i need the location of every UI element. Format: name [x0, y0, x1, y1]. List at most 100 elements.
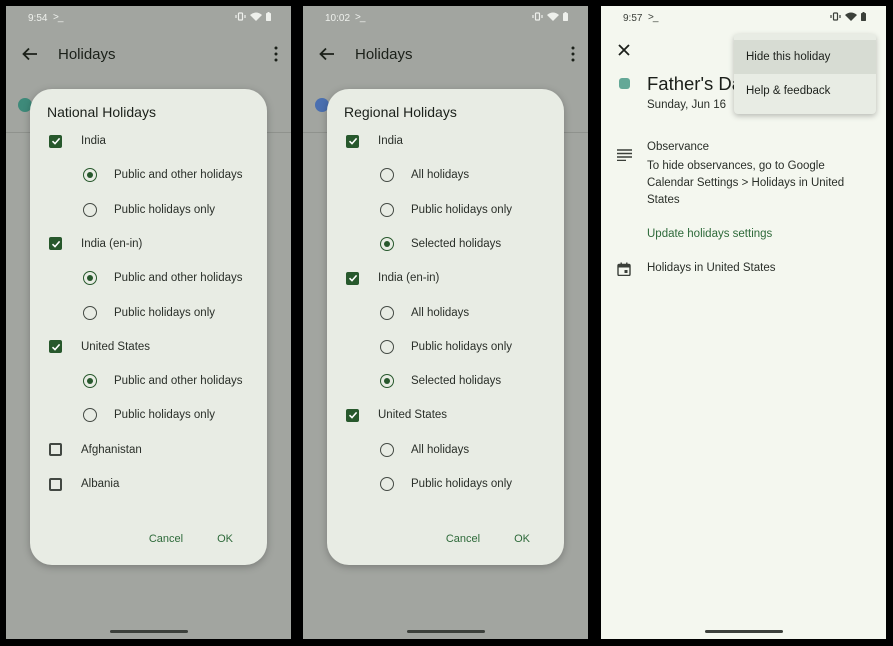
observance-title: Observance: [647, 141, 710, 153]
status-time: 9:54: [28, 13, 48, 24]
radio-selected-icon[interactable]: [380, 374, 394, 389]
dialog-title: Regional Holidays: [344, 104, 457, 120]
screen-regional-holidays: 10:02 >_ Holidays Regional Holidays Indi…: [303, 6, 588, 639]
update-holidays-settings-link[interactable]: Update holidays settings: [647, 228, 772, 240]
holiday-type-radio-row[interactable]: Public holidays only: [380, 474, 512, 494]
observance-description: To hide observances, go to Google Calend…: [647, 160, 845, 206]
ok-button[interactable]: OK: [514, 533, 530, 545]
holiday-type-radio-row[interactable]: Public holidays only: [83, 405, 215, 425]
holiday-type-radio-row[interactable]: Public and other holidays: [83, 268, 243, 288]
option-label: Public and other holidays: [114, 272, 243, 285]
option-label: India: [81, 135, 106, 147]
radio-unselected-icon[interactable]: [83, 408, 97, 423]
checkbox-checked-icon[interactable]: [346, 271, 359, 285]
gesture-nav-bar[interactable]: [109, 630, 188, 633]
wifi-icon: [547, 12, 559, 21]
page-title: Holidays: [58, 46, 116, 63]
option-label: United States: [81, 340, 151, 353]
holiday-type-radio-row[interactable]: Selected holidays: [380, 234, 501, 254]
holiday-type-radio-row[interactable]: Public and other holidays: [83, 165, 243, 185]
holiday-type-radio-row[interactable]: All holidays: [380, 440, 469, 460]
dialog-title: National Holidays: [47, 104, 156, 120]
checkbox-unchecked-icon[interactable]: [49, 443, 62, 457]
screen-national-holidays: 9:54 >_ Holidays National Holidays India…: [6, 6, 291, 639]
cancel-button[interactable]: Cancel: [446, 533, 480, 545]
country-checkbox-row[interactable]: India (en-in): [49, 234, 142, 254]
wifi-icon: [250, 12, 262, 21]
option-label: All holidays: [411, 443, 470, 456]
radio-unselected-icon[interactable]: [380, 305, 394, 320]
screen-event-details: 9:57 >_ Father's Day Sunday, Jun 16 Obse…: [601, 6, 886, 639]
option-label: Public holidays only: [411, 340, 513, 353]
option-label: India: [378, 135, 403, 147]
holiday-type-radio-row[interactable]: Selected holidays: [380, 371, 501, 391]
holiday-type-radio-row[interactable]: All holidays: [380, 303, 469, 323]
checkbox-checked-icon[interactable]: [346, 408, 359, 422]
radio-unselected-icon[interactable]: [83, 305, 97, 320]
radio-unselected-icon[interactable]: [380, 202, 394, 217]
notes-icon: [617, 149, 632, 161]
holiday-type-radio-row[interactable]: Public holidays only: [83, 200, 215, 220]
radio-selected-icon[interactable]: [83, 168, 97, 183]
ok-button[interactable]: OK: [217, 533, 233, 545]
option-label: All holidays: [411, 306, 470, 319]
holiday-type-radio-row[interactable]: Public holidays only: [380, 337, 512, 357]
country-checkbox-row[interactable]: India (en-in): [346, 268, 439, 288]
back-arrow-icon[interactable]: [20, 44, 40, 64]
holiday-options-list[interactable]: India All holidays Public holidays only Sel…: [327, 131, 564, 495]
terminal-icon: >_: [355, 12, 365, 23]
regional-holidays-dialog: Regional Holidays India All holidays Publi…: [327, 89, 564, 565]
option-label: Public holidays only: [114, 306, 216, 319]
back-arrow-icon[interactable]: [317, 44, 337, 64]
holiday-options-list[interactable]: India Public and other holidays Public hol…: [30, 131, 267, 495]
option-label: Public holidays only: [411, 203, 513, 216]
option-label: Albania: [81, 478, 120, 490]
checkbox-checked-icon[interactable]: [49, 134, 62, 148]
event-date: Sunday, Jun 16: [647, 99, 727, 111]
holiday-type-radio-row[interactable]: Public holidays only: [380, 200, 512, 220]
option-label: All holidays: [411, 169, 470, 182]
holiday-type-radio-row[interactable]: All holidays: [380, 165, 469, 185]
calendar-icon: [617, 262, 631, 276]
checkbox-unchecked-icon[interactable]: [49, 477, 62, 491]
radio-unselected-icon[interactable]: [380, 168, 394, 183]
gesture-nav-bar[interactable]: [406, 630, 485, 633]
more-vert-icon[interactable]: [570, 46, 576, 62]
menu-item-help-feedback[interactable]: Help & feedback: [734, 74, 876, 108]
country-checkbox-row[interactable]: United States: [49, 337, 150, 357]
option-label: Afghanistan: [81, 443, 142, 456]
radio-unselected-icon[interactable]: [380, 477, 394, 491]
holiday-type-radio-row[interactable]: Public holidays only: [83, 303, 215, 323]
cancel-button[interactable]: Cancel: [149, 533, 183, 545]
menu-item-hide-holiday[interactable]: Hide this holiday: [734, 40, 876, 74]
status-time: 9:57: [623, 13, 643, 24]
option-label: United States: [378, 409, 448, 422]
radio-unselected-icon[interactable]: [380, 339, 394, 354]
radio-selected-icon[interactable]: [83, 271, 97, 286]
radio-selected-icon[interactable]: [83, 374, 97, 389]
country-checkbox-row[interactable]: India: [346, 131, 403, 151]
radio-selected-icon[interactable]: [380, 236, 394, 251]
country-checkbox-row[interactable]: Afghanistan: [49, 440, 142, 460]
country-checkbox-row[interactable]: United States: [346, 405, 447, 425]
app-bar: Holidays: [6, 36, 291, 72]
terminal-icon: >_: [53, 12, 63, 23]
status-bar: 9:54 >_: [6, 6, 291, 30]
radio-unselected-icon[interactable]: [83, 202, 97, 217]
status-bar: 9:57 >_: [601, 6, 886, 30]
country-checkbox-row[interactable]: India: [49, 131, 106, 151]
wifi-icon: [845, 12, 857, 21]
option-label: India (en-in): [81, 237, 143, 250]
option-label: Public holidays only: [411, 478, 513, 490]
radio-unselected-icon[interactable]: [380, 442, 394, 457]
checkbox-checked-icon[interactable]: [49, 340, 62, 354]
holiday-type-radio-row[interactable]: Public and other holidays: [83, 371, 243, 391]
checkbox-checked-icon[interactable]: [49, 237, 62, 251]
country-checkbox-row[interactable]: Albania: [49, 474, 119, 494]
checkbox-checked-icon[interactable]: [346, 134, 359, 148]
more-vert-icon[interactable]: [273, 46, 279, 62]
gesture-nav-bar[interactable]: [704, 630, 783, 633]
terminal-icon: >_: [648, 12, 658, 23]
vibrate-icon: [532, 12, 543, 21]
close-icon[interactable]: [616, 42, 632, 58]
